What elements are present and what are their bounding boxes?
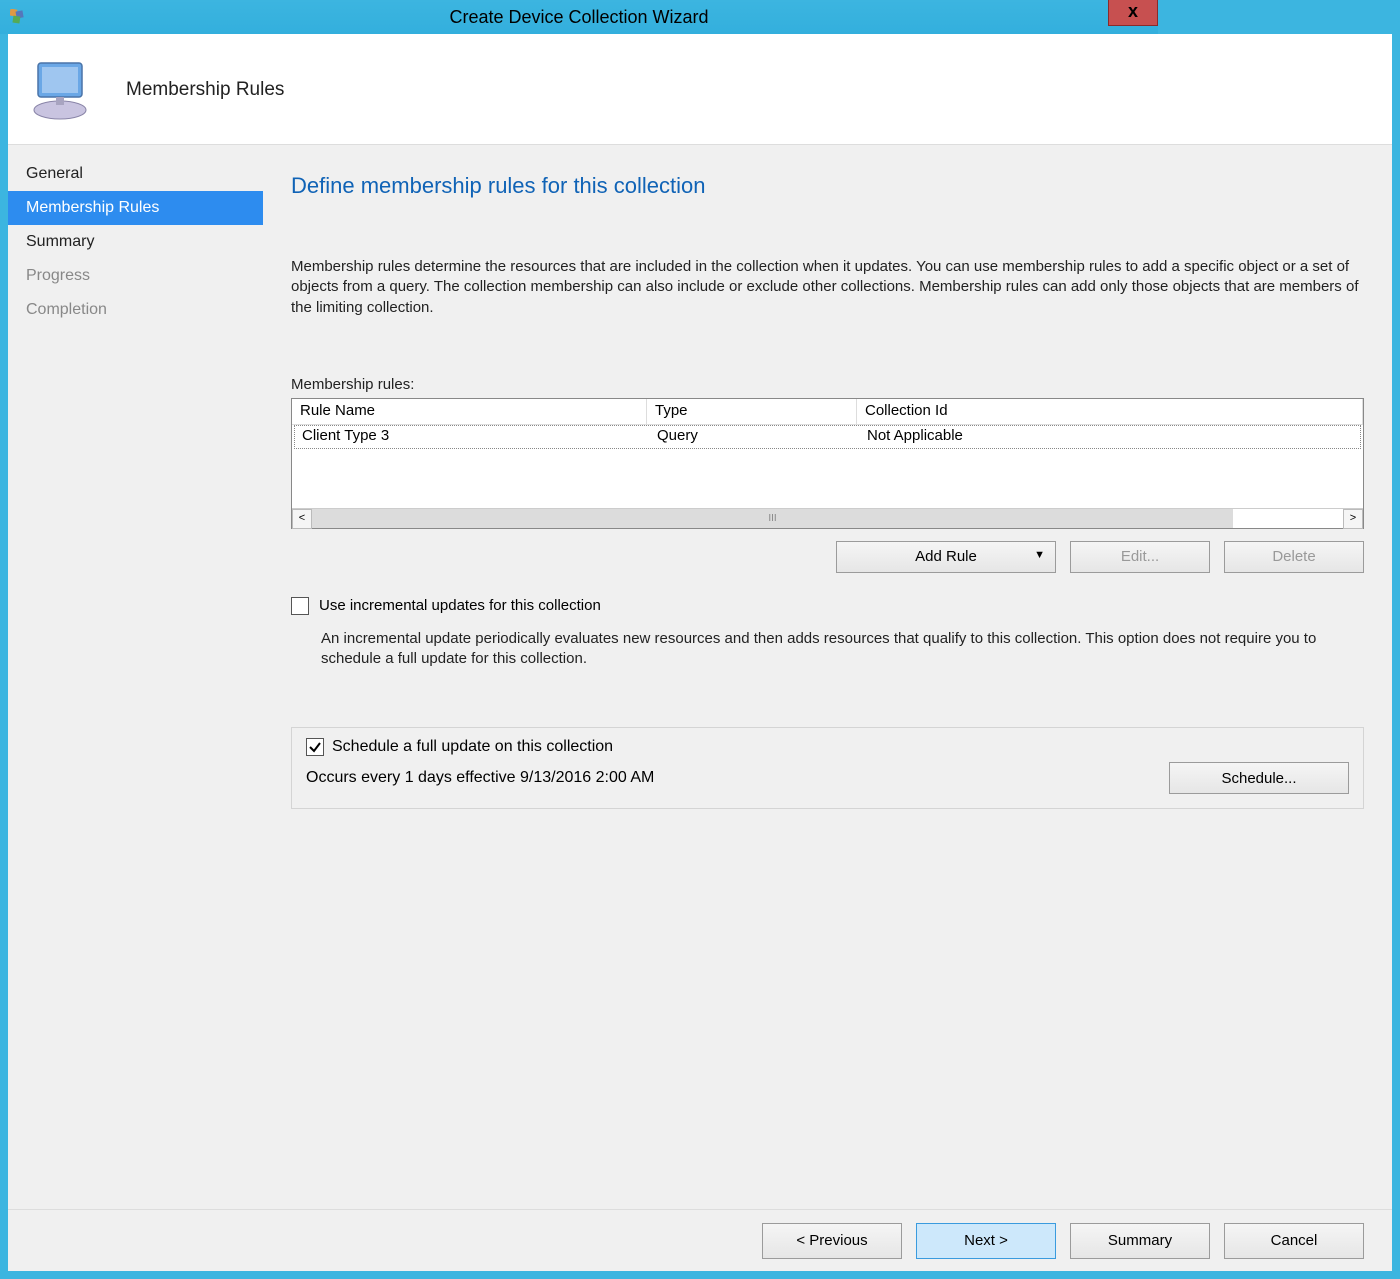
cell-rule-name: Client Type 3 xyxy=(295,426,650,448)
schedule-button[interactable]: Schedule... xyxy=(1169,762,1349,794)
sidebar-item-general[interactable]: General xyxy=(8,157,263,191)
sidebar-item-summary[interactable]: Summary xyxy=(8,225,263,259)
titlebar: Create Device Collection Wizard x xyxy=(0,0,1158,34)
sidebar-item-membership-rules[interactable]: Membership Rules xyxy=(8,191,263,225)
cancel-button[interactable]: Cancel xyxy=(1224,1223,1364,1259)
wizard-footer: < Previous Next > Summary Cancel xyxy=(8,1209,1392,1271)
next-button[interactable]: Next > xyxy=(916,1223,1056,1259)
rules-table: Rule Name Type Collection Id Client Type… xyxy=(291,398,1364,529)
scroll-track[interactable]: III xyxy=(312,509,1233,528)
schedule-text: Occurs every 1 days effective 9/13/2016 … xyxy=(306,769,654,787)
schedule-label: Schedule a full update on this collectio… xyxy=(332,738,613,756)
col-header-type[interactable]: Type xyxy=(647,399,857,424)
col-header-name[interactable]: Rule Name xyxy=(292,399,647,424)
close-button[interactable]: x xyxy=(1108,0,1158,26)
schedule-group: Schedule a full update on this collectio… xyxy=(291,727,1364,809)
window-body: Membership Rules General Membership Rule… xyxy=(8,34,1392,1271)
computer-icon xyxy=(28,55,98,125)
schedule-checkbox[interactable] xyxy=(306,738,324,756)
page-title: Membership Rules xyxy=(126,79,284,101)
main-description: Membership rules determine the resources… xyxy=(291,257,1364,318)
col-header-id[interactable]: Collection Id xyxy=(857,399,1363,424)
edit-button[interactable]: Edit... xyxy=(1070,541,1210,573)
table-header: Rule Name Type Collection Id xyxy=(292,399,1363,425)
scroll-right-icon[interactable]: > xyxy=(1343,509,1363,529)
scroll-left-icon[interactable]: < xyxy=(292,509,312,529)
wizard-header: Membership Rules xyxy=(8,35,1392,145)
incremental-label: Use incremental updates for this collect… xyxy=(319,597,601,614)
rules-label: Membership rules: xyxy=(291,376,1364,393)
delete-button[interactable]: Delete xyxy=(1224,541,1364,573)
summary-button[interactable]: Summary xyxy=(1070,1223,1210,1259)
horizontal-scrollbar[interactable]: < III > xyxy=(292,508,1363,528)
cell-collection-id: Not Applicable xyxy=(860,426,1360,448)
scroll-gap xyxy=(1233,509,1343,528)
add-rule-button[interactable]: Add Rule xyxy=(836,541,1056,573)
sidebar-item-completion: Completion xyxy=(8,293,263,327)
table-row[interactable]: Client Type 3 Query Not Applicable xyxy=(294,425,1361,449)
incremental-checkbox[interactable] xyxy=(291,597,309,615)
incremental-description: An incremental update periodically evalu… xyxy=(321,629,1364,670)
main-heading: Define membership rules for this collect… xyxy=(291,173,1364,199)
main-panel: Define membership rules for this collect… xyxy=(263,145,1392,1209)
wizard-sidebar: General Membership Rules Summary Progres… xyxy=(8,145,263,1209)
cell-rule-type: Query xyxy=(650,426,860,448)
app-icon xyxy=(10,9,26,25)
previous-button[interactable]: < Previous xyxy=(762,1223,902,1259)
window-title: Create Device Collection Wizard xyxy=(449,7,708,28)
sidebar-item-progress: Progress xyxy=(8,259,263,293)
